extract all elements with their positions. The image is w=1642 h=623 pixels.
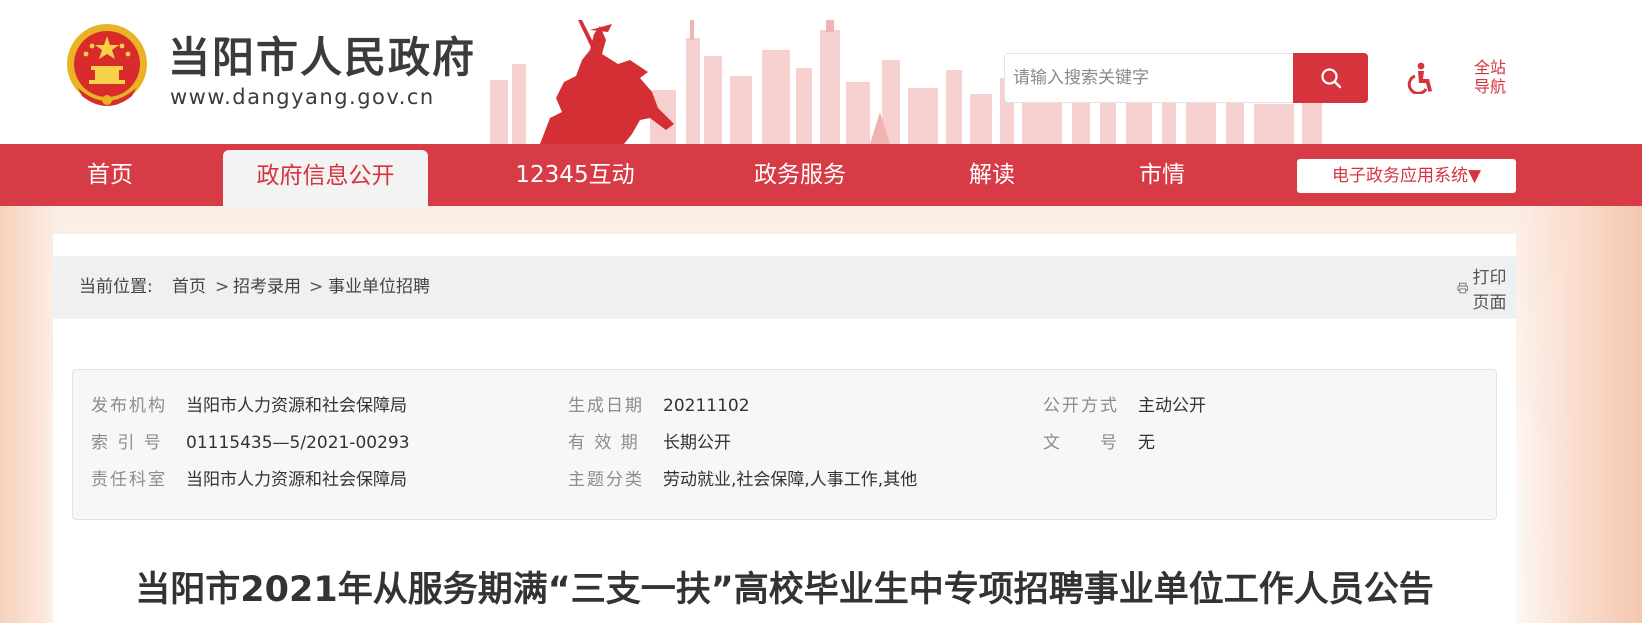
meta-label: 发布机构 xyxy=(91,396,167,416)
breadcrumb-item-home[interactable]: 首页 xyxy=(172,256,206,319)
meta-label: 责任科室 xyxy=(91,470,167,490)
search-button[interactable] xyxy=(1293,53,1368,103)
meta-label: 生成日期 xyxy=(568,396,644,416)
meta-label: 索 引 号 xyxy=(91,433,163,453)
site-navigation-link[interactable]: 全站 导航 xyxy=(1470,58,1510,96)
nav-item-gov-services[interactable]: 政务服务 xyxy=(740,144,860,206)
meta-label: 有 效 期 xyxy=(568,433,640,453)
meta-value: 长期公开 xyxy=(663,433,731,453)
nav-item-12345[interactable]: 12345互动 xyxy=(505,144,645,206)
meta-value: 主动公开 xyxy=(1138,396,1206,416)
search-box xyxy=(1004,53,1368,103)
nav-item-home[interactable]: 首页 xyxy=(60,144,160,206)
accessibility-icon[interactable] xyxy=(1404,62,1434,94)
meta-publisher: 发布机构 当阳市人力资源和社会保障局 xyxy=(91,391,407,421)
search-input[interactable] xyxy=(1005,54,1291,102)
meta-date: 生成日期 20211102 xyxy=(568,391,750,421)
meta-label: 文 号 xyxy=(1043,433,1119,453)
article-title: 当阳市2021年从服务期满“三支一扶”高校毕业生中专项招聘事业单位工作人员公告 xyxy=(135,570,1434,610)
breadcrumb-item-institution-hiring[interactable]: 事业单位招聘 xyxy=(328,256,430,319)
site-navigation-line1: 全站 xyxy=(1473,58,1506,77)
site-url: www.dangyang.gov.cn xyxy=(170,85,435,109)
document-metadata: 发布机构 当阳市人力资源和社会保障局 索 引 号 01115435—5/2021-0… xyxy=(72,369,1497,520)
main-navigation: 首页 政府信息公开 12345互动 政务服务 解读 市情 电子政务应用系统▼ xyxy=(0,144,1642,206)
meta-index: 索 引 号 01115435—5/2021-00293 xyxy=(91,428,410,458)
meta-dept: 责任科室 当阳市人力资源和社会保障局 xyxy=(91,465,407,495)
breadcrumb: 当前位置: 首页 > 招考录用 > 事业单位招聘 打印页面 xyxy=(53,256,1516,319)
site-navigation-line2: 导航 xyxy=(1473,77,1506,96)
meta-document-number: 文 号无 xyxy=(1043,428,1155,458)
nav-item-interpretation[interactable]: 解读 xyxy=(954,144,1030,206)
meta-value: 当阳市人力资源和社会保障局 xyxy=(186,470,407,490)
nav-item-gov-info[interactable]: 政府信息公开 xyxy=(223,150,428,206)
meta-value: 当阳市人力资源和社会保障局 xyxy=(186,396,407,416)
site-header: 当阳市人民政府 www.dangyang.gov.cn 全站 导航 xyxy=(0,0,1642,144)
search-icon xyxy=(1320,68,1341,89)
meta-value: 20211102 xyxy=(663,396,750,416)
print-page-label: 打印页面 xyxy=(1472,267,1507,313)
meta-topic: 主题分类 劳动就业,社会保障,人事工作,其他 xyxy=(568,465,917,495)
breadcrumb-separator: > xyxy=(215,277,230,297)
site-title: 当阳市人民政府 xyxy=(168,33,477,82)
national-emblem-icon xyxy=(67,24,147,106)
egov-systems-dropdown[interactable]: 电子政务应用系统▼ xyxy=(1297,159,1516,193)
breadcrumb-item-recruitment[interactable]: 招考录用 xyxy=(233,256,301,319)
meta-value: 劳动就业,社会保障,人事工作,其他 xyxy=(663,470,918,490)
printer-icon xyxy=(1457,282,1469,293)
meta-value: 01115435—5/2021-00293 xyxy=(186,433,410,453)
left-decoration xyxy=(0,206,60,623)
breadcrumb-prefix: 当前位置: xyxy=(79,277,153,297)
right-decoration xyxy=(1514,206,1642,623)
nav-item-city-info[interactable]: 市情 xyxy=(1124,144,1200,206)
meta-validity: 有 效 期 长期公开 xyxy=(568,428,731,458)
meta-value: 无 xyxy=(1138,433,1155,453)
meta-label: 公开方式 xyxy=(1043,396,1119,416)
print-page-button[interactable]: 打印页面 xyxy=(1457,256,1516,319)
breadcrumb-separator: > xyxy=(309,277,324,297)
meta-label: 主题分类 xyxy=(568,470,644,490)
meta-disclosure-mode: 公开方式 主动公开 xyxy=(1043,391,1206,421)
